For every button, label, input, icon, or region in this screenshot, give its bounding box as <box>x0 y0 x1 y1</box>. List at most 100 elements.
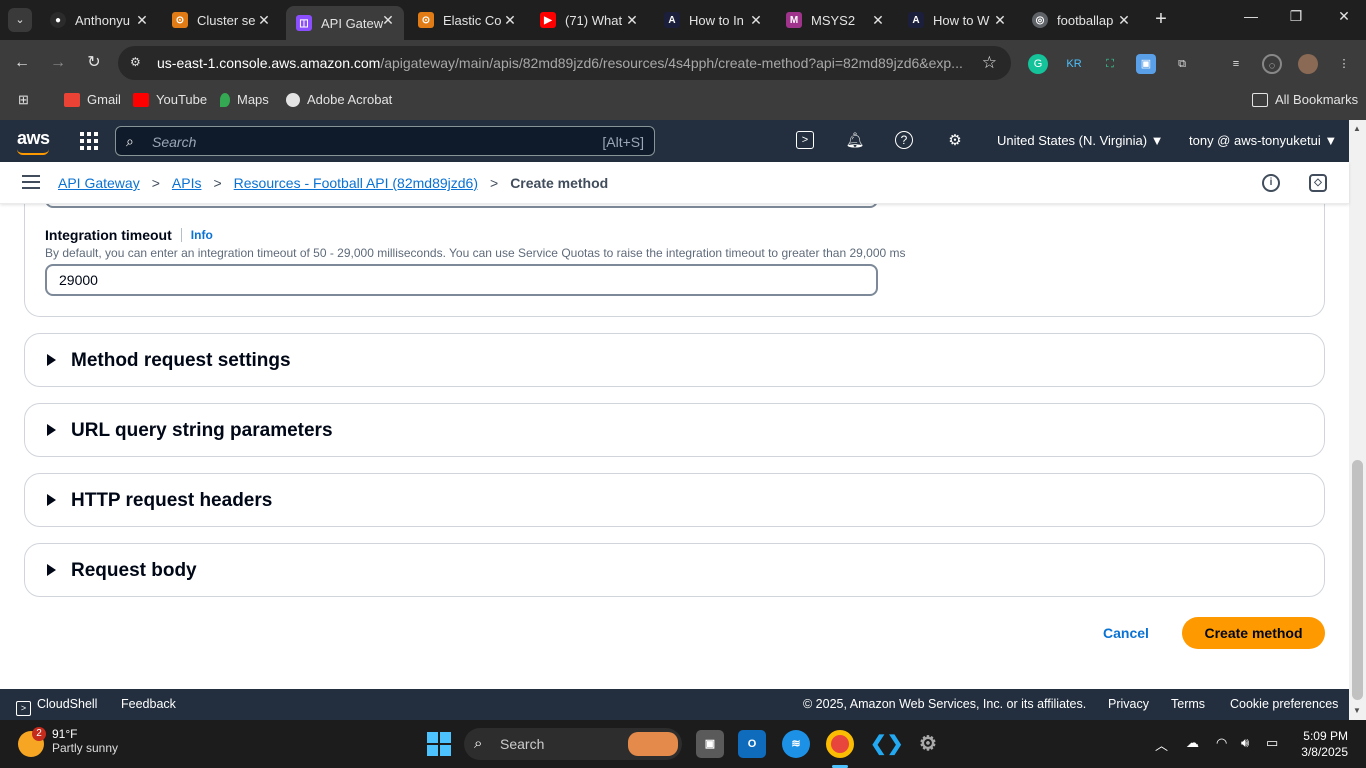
chevron-up-icon[interactable]: ︿ <box>1155 735 1168 754</box>
extension-image-icon[interactable]: ▣ <box>1136 54 1156 74</box>
cookie-preferences-link[interactable]: Cookie preferences <box>1230 697 1338 711</box>
reload-icon[interactable]: ↻ <box>83 52 105 74</box>
aws-search-input[interactable]: ⌕ Search [Alt+S] <box>115 126 655 156</box>
extensions-puzzle-icon[interactable]: ⧉ <box>1172 54 1192 74</box>
integration-timeout-label: Integration timeout <box>45 227 172 243</box>
browser-tab-strip: ⌄ ● Anthonyu ✕ ⊙ Cluster se ✕ ◫ API Gate… <box>0 0 1366 40</box>
tab-close-icon[interactable]: ✕ <box>378 10 398 30</box>
bookmark-maps[interactable]: Maps <box>220 92 269 107</box>
bookmark-adobe-acrobat[interactable]: Adobe Acrobat <box>286 92 392 107</box>
privacy-link[interactable]: Privacy <box>1108 697 1149 711</box>
browser-tab[interactable]: ▶ (71) What ✕ <box>530 6 648 34</box>
tab-close-icon[interactable]: ✕ <box>868 10 888 30</box>
notifications-bell-icon[interactable]: 🔔︎ <box>845 131 865 151</box>
chevron-right-icon: > <box>151 175 160 191</box>
restore-icon[interactable]: ❐ <box>1286 8 1306 25</box>
services-menu-icon[interactable] <box>80 132 98 150</box>
cloud-offline-icon[interactable]: ☁ <box>1186 735 1199 751</box>
url-domain: us-east-1.console.aws.amazon.com <box>157 55 381 71</box>
outlook-icon[interactable]: O <box>738 730 766 758</box>
volume-icon[interactable]: 🔊︎ <box>1241 735 1249 751</box>
browser-tab[interactable]: ⊙ Elastic Co ✕ <box>408 6 526 34</box>
tab-close-icon[interactable]: ✕ <box>622 10 642 30</box>
browser-tab[interactable]: A How to W ✕ <box>898 6 1016 34</box>
forward-icon[interactable]: → <box>47 52 69 74</box>
scroll-down-icon[interactable]: ▼ <box>1353 706 1361 715</box>
windows-start-icon[interactable] <box>427 732 451 756</box>
breadcrumb-resources[interactable]: Resources - Football API (82md89jzd6) <box>234 175 478 191</box>
browser-tab[interactable]: ● Anthonyu ✕ <box>40 6 158 34</box>
grammarly-icon[interactable]: G <box>1028 54 1048 74</box>
cloudshell-button[interactable]: > CloudShell <box>16 697 97 716</box>
sync-icon[interactable]: ◌ <box>1262 54 1282 74</box>
bookmark-star-icon[interactable]: ☆ <box>982 53 997 73</box>
hamburger-menu-icon[interactable] <box>22 175 40 189</box>
settings-gear-icon[interactable]: ⚙ <box>914 730 942 758</box>
browser-menu-icon[interactable]: ⋮ <box>1334 54 1354 74</box>
bookmark-label: Gmail <box>87 92 121 107</box>
battery-icon[interactable]: ▭ <box>1266 735 1278 751</box>
terms-link[interactable]: Terms <box>1171 697 1205 711</box>
media-control-icon[interactable]: ≡ <box>1226 54 1246 74</box>
minimize-icon[interactable]: — <box>1241 8 1261 24</box>
back-icon[interactable]: ← <box>11 52 33 74</box>
docker-icon[interactable]: ≋ <box>782 730 810 758</box>
tab-close-icon[interactable]: ✕ <box>132 10 152 30</box>
browser-tab[interactable]: M MSYS2 ✕ <box>776 6 894 34</box>
scrollbar-thumb[interactable] <box>1352 460 1363 700</box>
scroll-up-icon[interactable]: ▲ <box>1353 124 1361 133</box>
new-tab-icon[interactable]: + <box>1150 8 1172 30</box>
tab-close-icon[interactable]: ✕ <box>500 10 520 30</box>
feedback-link[interactable]: Feedback <box>121 697 176 711</box>
browser-tab-active[interactable]: ◫ API Gatew ✕ <box>286 6 404 40</box>
screen-capture-icon[interactable]: ⛶ <box>1100 54 1120 74</box>
msys2-icon: M <box>786 12 802 28</box>
region-selector[interactable]: United States (N. Virginia) ▼ <box>997 133 1164 148</box>
site-info-icon[interactable]: ⚙ <box>130 55 146 71</box>
extension-kr-icon[interactable]: KR <box>1064 54 1084 74</box>
task-view-icon[interactable]: ▣ <box>696 730 724 758</box>
breadcrumb-apis[interactable]: APIs <box>172 175 202 191</box>
tab-search-icon[interactable]: ⌄ <box>8 8 32 32</box>
wifi-icon[interactable]: ◠ <box>1216 735 1227 751</box>
info-link[interactable]: Info <box>191 228 213 242</box>
address-bar[interactable]: ⚙ us-east-1.console.aws.amazon.com/apiga… <box>118 46 1011 80</box>
account-menu[interactable]: tony @ aws-tonyuketui ▼ <box>1189 133 1337 148</box>
cancel-button[interactable]: Cancel <box>1090 617 1162 649</box>
breadcrumb-api-gateway[interactable]: API Gateway <box>58 175 140 191</box>
weather-widget[interactable]: 2 91°F Partly sunny <box>18 727 118 757</box>
tab-close-icon[interactable]: ✕ <box>1114 10 1134 30</box>
profile-avatar[interactable] <box>1298 54 1318 74</box>
aws-logo[interactable]: aws <box>17 128 50 155</box>
tab-close-icon[interactable]: ✕ <box>746 10 766 30</box>
previous-field-stub[interactable] <box>45 204 878 208</box>
help-icon[interactable]: ? <box>895 131 913 149</box>
taskbar-search[interactable]: ⌕ Search <box>464 728 682 760</box>
method-request-settings-section[interactable]: Method request settings <box>24 333 1325 387</box>
page-scrollbar[interactable]: ▲ ▼ <box>1349 120 1366 720</box>
url-text[interactable]: us-east-1.console.aws.amazon.com/apigate… <box>157 55 969 71</box>
tab-close-icon[interactable]: ✕ <box>254 10 274 30</box>
apps-grid-icon[interactable]: ⊞ <box>18 92 29 108</box>
bookmark-youtube[interactable]: YouTube <box>133 92 207 107</box>
close-window-icon[interactable]: ✕ <box>1334 8 1354 25</box>
url-query-string-parameters-section[interactable]: URL query string parameters <box>24 403 1325 457</box>
vscode-icon[interactable]: ❮❯ <box>870 730 904 758</box>
browser-tab[interactable]: ⊙ Cluster se ✕ <box>162 6 280 34</box>
http-request-headers-section[interactable]: HTTP request headers <box>24 473 1325 527</box>
chrome-icon[interactable] <box>826 730 854 758</box>
info-panel-icon[interactable]: i <box>1262 174 1280 192</box>
cloudshell-icon[interactable]: > <box>796 131 814 149</box>
bookmarks-bar: ⊞ Gmail YouTube Maps Adobe Acrobat All B… <box>0 86 1366 114</box>
hexagon-settings-icon[interactable]: ◇ <box>1309 174 1327 192</box>
browser-tab[interactable]: ◎ footballap ✕ <box>1022 6 1140 34</box>
bookmark-gmail[interactable]: Gmail <box>64 92 121 107</box>
integration-timeout-input[interactable]: 29000 <box>45 264 878 296</box>
settings-gear-icon[interactable]: ⚙ <box>945 131 965 151</box>
system-clock[interactable]: 5:09 PM 3/8/2025 <box>1298 728 1348 760</box>
tab-close-icon[interactable]: ✕ <box>990 10 1010 30</box>
create-method-button[interactable]: Create method <box>1182 617 1325 649</box>
all-bookmarks[interactable]: All Bookmarks <box>1252 92 1358 107</box>
request-body-section[interactable]: Request body <box>24 543 1325 597</box>
browser-tab[interactable]: A How to In ✕ <box>654 6 772 34</box>
